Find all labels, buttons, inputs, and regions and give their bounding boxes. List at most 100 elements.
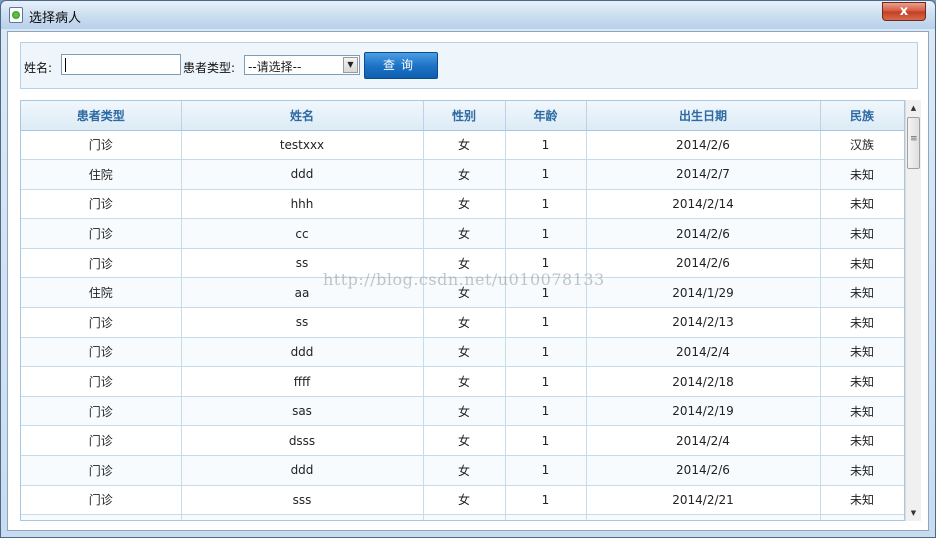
table-cell: 未知 (820, 396, 904, 427)
table-cell: testxxx (181, 130, 424, 161)
table-cell: 女 (423, 189, 506, 220)
table-row[interactable]: 门诊 ddd 女 1 2014/2/6 未知 (21, 455, 904, 486)
table-row[interactable]: 门诊 cc 女 1 2014/2/6 未知 (21, 218, 904, 249)
table-cell: 1 (505, 307, 587, 338)
table-cell: ss (181, 248, 424, 279)
table-cell: 女 (423, 218, 506, 249)
table-cell: 门诊 (21, 485, 182, 516)
table-cell: 女 (423, 425, 506, 457)
table-cell (21, 514, 182, 520)
name-input[interactable] (61, 54, 181, 75)
scroll-up-arrow-icon[interactable]: ▲ (906, 101, 921, 115)
table-cell (423, 514, 506, 520)
scrollbar-thumb[interactable] (907, 117, 920, 169)
table-row[interactable]: 住院 aa 女 1 2014/1/29 未知 (21, 277, 904, 309)
table-cell: 未知 (820, 455, 904, 486)
column-header[interactable]: 出生日期 (586, 101, 821, 131)
table-cell: 门诊 (21, 396, 182, 427)
scroll-down-arrow-icon[interactable]: ▼ (906, 506, 921, 520)
table-cell: 女 (423, 396, 506, 427)
table-cell: 1 (505, 130, 587, 161)
table-cell: ss (181, 307, 424, 338)
table-cell: 汉族 (820, 130, 904, 161)
table-row[interactable]: 门诊 hhh 女 1 2014/2/14 未知 (21, 189, 904, 220)
table-cell: cc (181, 218, 424, 249)
table-cell: 2014/2/14 (586, 189, 821, 220)
table-row[interactable]: 住院 ddd 女 1 2014/2/7 未知 (21, 159, 904, 190)
search-panel: 姓名: 患者类型: --请选择-- ▼ 查询 (20, 42, 918, 89)
table-row[interactable]: 门诊 dsss 女 1 2014/2/4 未知 (21, 425, 904, 457)
table-cell: 门诊 (21, 189, 182, 220)
column-header[interactable]: 患者类型 (21, 101, 182, 131)
table-cell: 住院 (21, 277, 182, 309)
table-cell: 2014/1/29 (586, 277, 821, 309)
table-cell: aa (181, 277, 424, 309)
table-cell (505, 514, 587, 520)
table-cell: 2014/2/7 (586, 159, 821, 190)
name-label: 姓名: (24, 61, 53, 75)
table-row[interactable]: 门诊 ss 女 1 2014/2/13 未知 (21, 307, 904, 338)
table-cell: 1 (505, 485, 587, 516)
vertical-scrollbar[interactable]: ▲ ▼ (905, 100, 921, 521)
table-cell: sss (181, 485, 424, 516)
table-cell: 女 (423, 159, 506, 190)
table-row[interactable]: 门诊 testxxx 女 1 2014/2/6 汉族 (21, 130, 904, 161)
column-header[interactable]: 民族 (820, 101, 904, 131)
table-cell: 女 (423, 277, 506, 309)
app-icon (9, 7, 23, 23)
patient-table: 患者类型 姓名 性别 年龄 出生日期 民族 门诊 testxxx 女 1 2014/2/… (20, 100, 905, 521)
dialog-window: 选择病人 x 姓名: 患者类型: --请选择-- ▼ 查询 患者类型 姓名 性别… (0, 0, 936, 538)
table-row[interactable]: 门诊 sss 女 1 2014/2/21 未知 (21, 485, 904, 516)
table-cell: 未知 (820, 248, 904, 279)
table-header-row: 患者类型 姓名 性别 年龄 出生日期 民族 (21, 101, 904, 131)
patient-type-label: 患者类型: (183, 61, 236, 75)
table-row[interactable]: 门诊 sas 女 1 2014/2/19 未知 (21, 396, 904, 427)
table-cell: 门诊 (21, 130, 182, 161)
table-cell: ddd (181, 159, 424, 190)
table-cell: 2014/2/6 (586, 455, 821, 486)
patient-type-selected: --请选择-- (248, 60, 302, 74)
table-cell: 未知 (820, 366, 904, 397)
title-bar[interactable]: 选择病人 x (1, 1, 935, 29)
table-cell: ddd (181, 455, 424, 486)
table-row[interactable]: 门诊 ffff 女 1 2014/2/18 未知 (21, 366, 904, 397)
table-cell: 2014/2/6 (586, 130, 821, 161)
table-cell: 未知 (820, 189, 904, 220)
dropdown-arrow-icon[interactable]: ▼ (343, 57, 358, 73)
table-cell: sas (181, 396, 424, 427)
table-cell: 女 (423, 307, 506, 338)
table-cell (586, 514, 821, 520)
table-cell: 未知 (820, 337, 904, 368)
table-cell: 女 (423, 485, 506, 516)
column-header[interactable]: 姓名 (181, 101, 424, 131)
patient-type-select[interactable]: --请选择-- ▼ (244, 55, 360, 75)
table-row[interactable]: 门诊 ss 女 1 2014/2/6 未知 (21, 248, 904, 279)
table-cell: 2014/2/21 (586, 485, 821, 516)
table-row[interactable]: 门诊 ddd 女 1 2014/2/4 未知 (21, 337, 904, 368)
table-cell: 女 (423, 130, 506, 161)
table-cell: 1 (505, 396, 587, 427)
table-row[interactable] (21, 514, 904, 520)
table-cell: 未知 (820, 307, 904, 338)
table-cell: ffff (181, 366, 424, 397)
query-button[interactable]: 查询 (364, 52, 438, 79)
table-cell: 门诊 (21, 425, 182, 457)
table-cell (820, 514, 904, 520)
table-cell: 1 (505, 159, 587, 190)
close-button[interactable]: x (882, 2, 926, 21)
column-header[interactable]: 性别 (423, 101, 506, 131)
table-cell: 2014/2/4 (586, 425, 821, 457)
table-cell: 1 (505, 337, 587, 368)
table-cell: 女 (423, 455, 506, 486)
table-cell: 女 (423, 248, 506, 279)
table-cell: 未知 (820, 485, 904, 516)
table-cell: 1 (505, 189, 587, 220)
text-caret (65, 58, 66, 72)
window-title: 选择病人 (29, 11, 82, 26)
column-header[interactable]: 年龄 (505, 101, 587, 131)
table-cell: dsss (181, 425, 424, 457)
table-cell: 1 (505, 218, 587, 249)
table-cell: 1 (505, 248, 587, 279)
table-cell: 女 (423, 337, 506, 368)
table-cell: 未知 (820, 277, 904, 309)
